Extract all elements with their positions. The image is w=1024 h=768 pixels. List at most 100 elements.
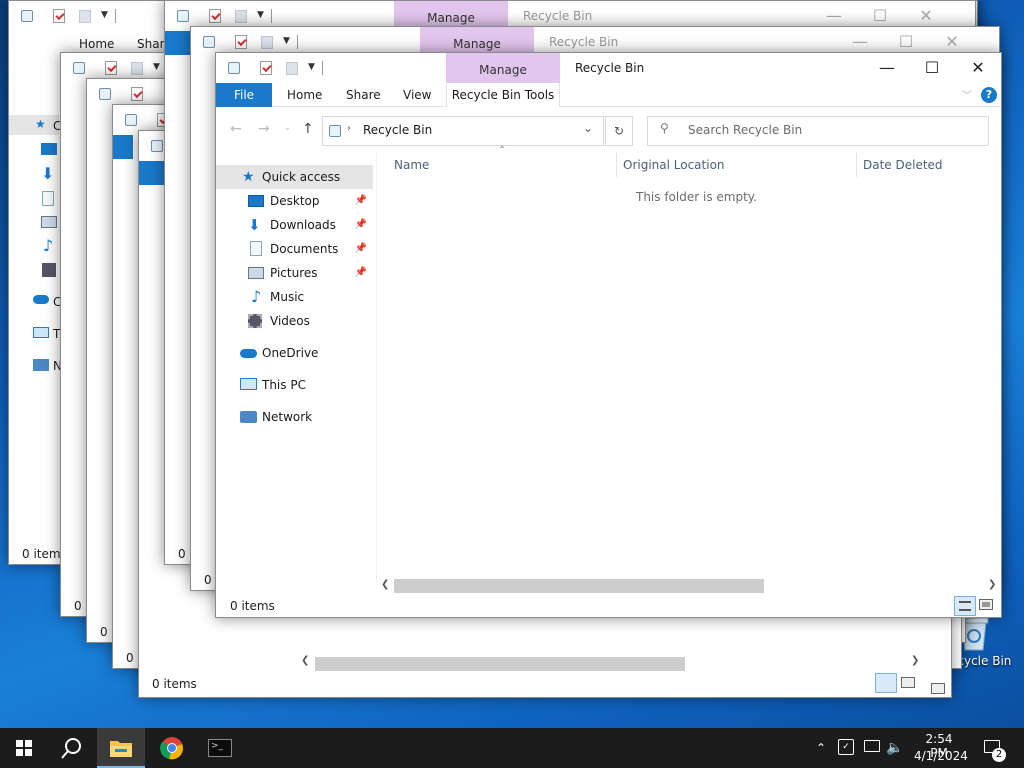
horizontal-scrollbar-thumb[interactable]: [394, 579, 764, 593]
chrome-icon: [160, 737, 183, 760]
clock-date[interactable]: 4/1/2024: [914, 749, 968, 765]
expand-ribbon-chevron-icon[interactable]: ﹀: [962, 87, 972, 102]
navigation-pane: ★ Quick access Desktop 📌 ⬇ Downloads 📌 D…: [216, 161, 376, 591]
customize-quick-access-chevron-icon[interactable]: ▼: [308, 62, 315, 72]
chrome-taskbar-button[interactable]: [148, 728, 196, 768]
file-explorer-taskbar-button[interactable]: [97, 728, 145, 768]
status-bar-text: 0 items: [230, 599, 275, 613]
volume-muted-icon[interactable]: 🔈: [886, 728, 903, 768]
pin-icon[interactable]: 📌: [355, 237, 367, 261]
refresh-button[interactable]: ↻: [605, 116, 633, 146]
address-dropdown-chevron-icon[interactable]: ⌄: [583, 121, 593, 135]
sidebar-item-music[interactable]: ♪ Music: [248, 285, 373, 309]
column-header-date-deleted[interactable]: Date Deleted: [863, 153, 943, 177]
sidebar-item-label: Network: [262, 410, 313, 424]
start-button[interactable]: [0, 728, 48, 768]
sidebar-item-label: This PC: [262, 378, 306, 392]
large-icons-view-button[interactable]: [979, 599, 993, 610]
share-tab[interactable]: Share: [346, 83, 381, 107]
clock-time[interactable]: 2:54 PM: [916, 732, 962, 760]
maximize-button[interactable]: ☐: [857, 5, 903, 27]
sidebar-item-this-pc[interactable]: This PC: [240, 373, 373, 397]
recycle-bin-tools-tab[interactable]: Recycle Bin Tools: [446, 83, 560, 107]
properties-icon: [53, 9, 65, 23]
scroll-left-arrow[interactable]: ❮: [301, 655, 309, 666]
pin-icon[interactable]: 📌: [355, 213, 367, 237]
sidebar-item-videos[interactable]: Videos: [248, 309, 373, 333]
notification-center-button[interactable]: 2: [976, 728, 1016, 768]
chevron-down-icon: ▼: [257, 10, 264, 20]
close-button[interactable]: ✕: [929, 31, 975, 53]
properties-icon[interactable]: [260, 61, 272, 75]
sidebar-item-onedrive[interactable]: OneDrive: [240, 341, 373, 365]
large-icons-view-button[interactable]: [931, 683, 945, 694]
back-arrow-icon[interactable]: ←: [230, 121, 242, 137]
horizontal-scrollbar-thumb[interactable]: [315, 657, 685, 671]
up-arrow-icon[interactable]: ↑: [302, 121, 314, 137]
forward-arrow-icon[interactable]: →: [258, 121, 270, 137]
pin-icon[interactable]: 📌: [355, 189, 367, 213]
column-header-original-location[interactable]: Original Location: [623, 153, 725, 177]
file-tab[interactable]: File: [216, 83, 272, 107]
security-icon[interactable]: ✓: [838, 739, 854, 755]
network-tray-icon[interactable]: [864, 740, 880, 752]
empty-folder-message: This folder is empty.: [636, 190, 757, 204]
close-button[interactable]: ✕: [903, 5, 949, 27]
address-bar[interactable]: › Recycle Bin ⌄: [322, 116, 604, 146]
sidebar-item-network[interactable]: Network: [240, 405, 373, 429]
this-pc-icon: [33, 327, 49, 338]
close-button[interactable]: ✕: [955, 57, 1001, 79]
home-tab[interactable]: Home: [287, 83, 322, 107]
file-tab-fragment: [113, 135, 133, 159]
sidebar-item-documents[interactable]: Documents 📌: [248, 237, 373, 261]
scroll-left-arrow[interactable]: ❮: [381, 579, 389, 590]
home-tab[interactable]: Home: [79, 37, 114, 51]
recent-locations-chevron-icon[interactable]: ⌄: [284, 123, 291, 132]
maximize-button[interactable]: ☐: [883, 31, 929, 53]
new-folder-icon[interactable]: [286, 62, 298, 75]
onedrive-icon: [33, 295, 49, 304]
details-view-button[interactable]: [875, 673, 897, 693]
sidebar-item-label: Desktop: [270, 194, 320, 208]
minimize-button[interactable]: —: [811, 5, 857, 27]
sidebar-item-pictures[interactable]: Pictures 📌: [248, 261, 373, 285]
search-box[interactable]: ⚲ Search Recycle Bin: [647, 116, 989, 146]
help-icon[interactable]: ?: [981, 87, 997, 103]
documents-icon: [250, 241, 262, 256]
scroll-right-arrow[interactable]: ❯: [911, 655, 919, 666]
large-icons-view-button[interactable]: [901, 677, 915, 688]
minimize-button[interactable]: —: [864, 57, 910, 79]
terminal-taskbar-button[interactable]: >_: [196, 728, 244, 768]
explorer-window[interactable]: ▼ Manage Recycle Bin — ☐ ✕ File Home Sha…: [215, 52, 1002, 618]
recycle-bin-app-icon[interactable]: [228, 62, 240, 74]
breadcrumb[interactable]: Recycle Bin: [363, 123, 432, 137]
column-header-name[interactable]: Name: [394, 153, 429, 177]
sidebar-item-desktop[interactable]: Desktop 📌: [248, 189, 373, 213]
show-hidden-icons-chevron-icon[interactable]: ⌃: [816, 728, 826, 768]
sidebar-item-label: Videos: [270, 314, 310, 328]
view-tab[interactable]: View: [403, 83, 431, 107]
search-taskbar-button[interactable]: [48, 728, 96, 768]
maximize-button[interactable]: ☐: [909, 57, 955, 79]
sidebar-item-downloads[interactable]: ⬇ Downloads 📌: [248, 213, 373, 237]
manage-tab[interactable]: Manage: [446, 53, 560, 83]
sidebar-item-label: Quick access: [262, 170, 341, 184]
details-view-button[interactable]: [954, 596, 976, 616]
scroll-right-arrow[interactable]: ❯: [988, 579, 996, 590]
notification-count-badge: 2: [992, 748, 1006, 762]
minimize-button[interactable]: —: [837, 31, 883, 53]
start-icon: [16, 740, 32, 756]
new-folder-icon: [235, 10, 247, 23]
nav-pane-fragment: [9, 115, 59, 135]
refresh-icon: ↻: [613, 124, 625, 138]
pin-icon[interactable]: 📌: [355, 261, 367, 285]
properties-icon: [131, 87, 143, 101]
search-input[interactable]: Search Recycle Bin: [688, 123, 802, 137]
nav-pane-divider[interactable]: [376, 153, 377, 583]
title-bar[interactable]: ▼ Manage Recycle Bin — ☐ ✕: [216, 53, 1001, 83]
sidebar-item-quick-access-row[interactable]: ★ Quick access: [242, 165, 373, 189]
sidebar-item-label: Music: [270, 290, 305, 304]
address-row: ← → ⌄ ↑ › Recycle Bin ⌄ ↻ ⚲ Search Recyc…: [216, 116, 1001, 146]
recycle-bin-app-icon: [99, 88, 111, 100]
properties-icon: [235, 35, 247, 49]
